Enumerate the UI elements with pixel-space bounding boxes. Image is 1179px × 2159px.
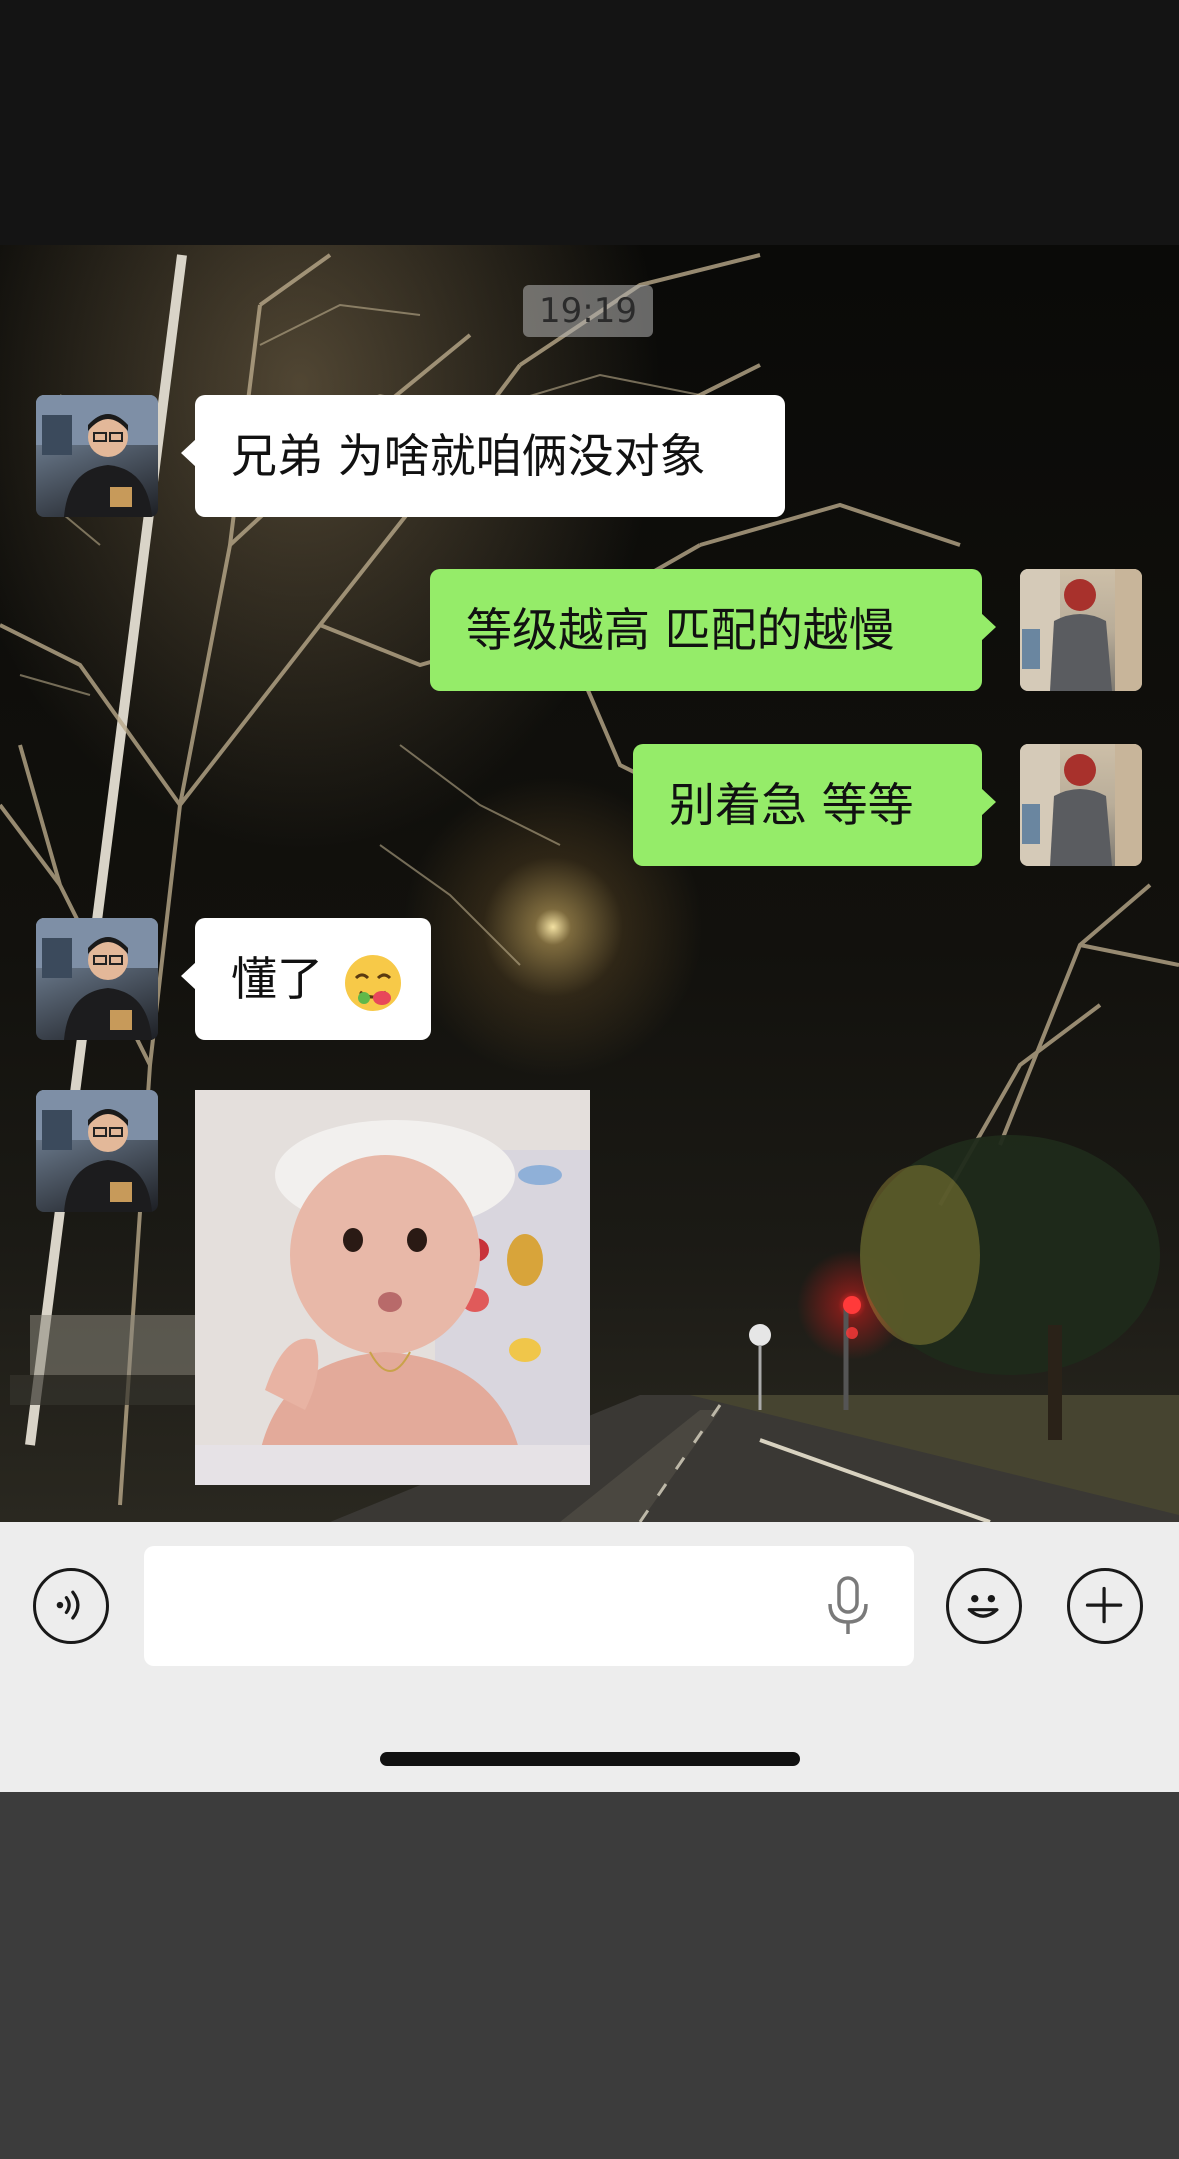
message-bubble-outgoing[interactable]: 等级越高 匹配的越慢 [430,569,996,691]
person-photo-icon [1020,569,1142,691]
message-text-input[interactable] [144,1546,914,1666]
my-avatar[interactable] [1020,744,1142,866]
voice-input-toggle-button[interactable] [33,1568,109,1644]
message-text: 等级越高 匹配的越慢 [466,603,895,657]
person-photo-icon [36,395,158,517]
chat-message-area[interactable]: 19:19 兄弟 为啥就咱俩没对象 等级越高 匹配的越慢 别着急 等等 懂了 [0,245,1179,1522]
person-photo-icon [1020,744,1142,866]
yum-face-emoji [344,954,401,1011]
message-text: 懂了 [231,952,323,1006]
message-bubble-incoming[interactable]: 兄弟 为啥就咱俩没对象 [181,395,785,517]
person-photo-icon [36,918,158,1040]
message-text: 兄弟 为啥就咱俩没对象 [231,429,706,483]
emoji-button[interactable] [946,1568,1022,1644]
message-bubble-incoming[interactable]: 懂了 [181,918,431,1040]
home-indicator[interactable] [380,1752,800,1766]
baby-photo-sticker[interactable] [195,1090,590,1485]
my-avatar[interactable] [1020,569,1142,691]
chat-input-bar [0,1522,1179,1792]
plus-icon [1085,1586,1123,1624]
bottom-background [0,1792,1179,2159]
friend-avatar[interactable] [36,918,158,1040]
friend-avatar[interactable] [36,395,158,517]
message-bubble-outgoing[interactable]: 别着急 等等 [633,744,996,866]
person-photo-icon [36,1090,158,1212]
message-text: 别着急 等等 [669,778,914,832]
status-bar-area [0,0,1179,245]
microphone-icon[interactable] [820,1576,876,1636]
more-actions-button[interactable] [1067,1568,1143,1644]
voice-wave-icon [56,1590,80,1620]
smiley-face-icon [967,1594,999,1618]
friend-avatar[interactable] [36,1090,158,1212]
message-timestamp: 19:19 [523,285,653,337]
baby-photo-image [195,1090,590,1485]
